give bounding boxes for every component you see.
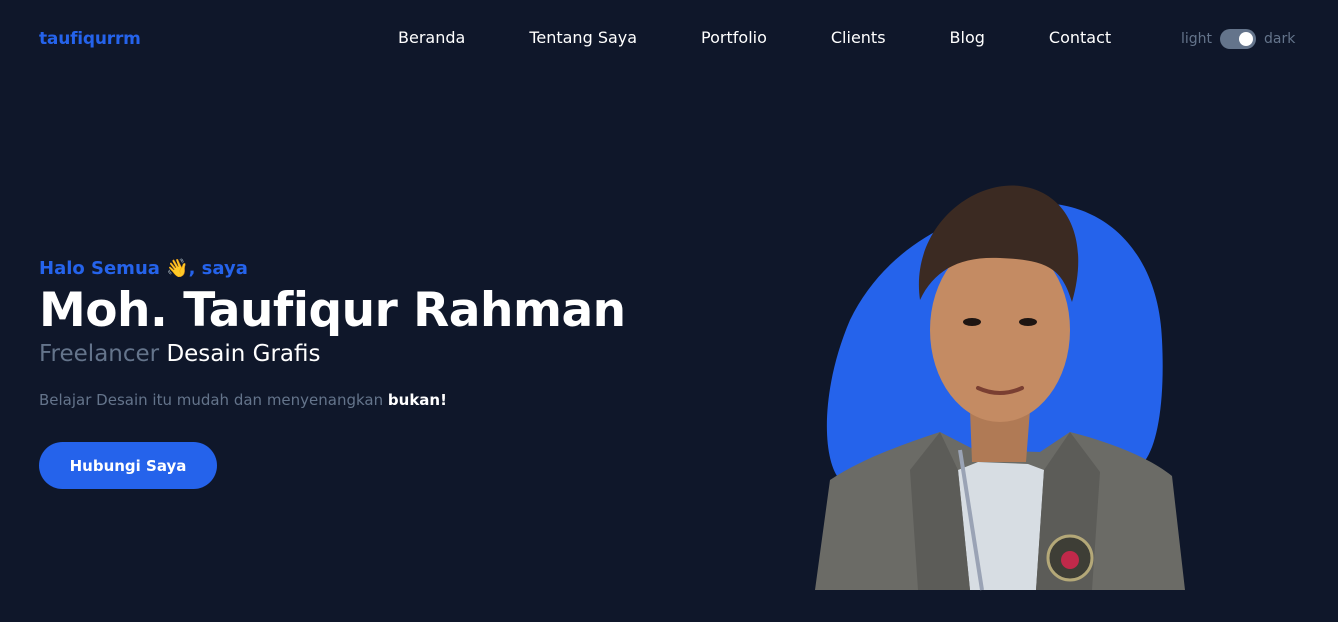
profile-portrait-image xyxy=(815,185,1185,591)
nav-item-portfolio[interactable]: Portfolio xyxy=(701,28,767,47)
contact-cta-button[interactable]: Hubungi Saya xyxy=(39,442,217,489)
theme-light-label: light xyxy=(1181,31,1213,47)
hero-tagline: Belajar Desain itu mudah dan menyenangka… xyxy=(39,391,659,409)
main-nav: Beranda Tentang Saya Portfolio Clients B… xyxy=(398,28,1111,47)
theme-toggle-group: light dark xyxy=(1181,29,1295,49)
nav-item-beranda[interactable]: Beranda xyxy=(398,28,465,47)
portrait-badge-center xyxy=(1061,551,1079,569)
landing-page: taufiqurrm Beranda Tentang Saya Portfoli… xyxy=(0,0,1338,622)
hero-section: Halo Semua 👋, saya Moh. Taufiqur Rahman … xyxy=(39,255,659,409)
nav-item-blog[interactable]: Blog xyxy=(950,28,985,47)
hero-role: Freelancer Desain Grafis xyxy=(39,339,659,369)
nav-item-tentang-saya[interactable]: Tentang Saya xyxy=(529,28,637,47)
hero-greeting: Halo Semua 👋, saya xyxy=(39,258,248,279)
hero-tagline-text: Belajar Desain itu mudah dan menyenangka… xyxy=(39,391,384,409)
theme-toggle-switch[interactable] xyxy=(1220,29,1257,49)
hero-role-strong: Desain Grafis xyxy=(166,341,321,367)
hero-name: Moh. Taufiqur Rahman xyxy=(39,283,626,338)
portrait-eye-left xyxy=(963,318,981,326)
theme-dark-label: dark xyxy=(1264,31,1296,47)
toggle-knob xyxy=(1239,32,1254,46)
nav-item-clients[interactable]: Clients xyxy=(831,28,886,47)
hero-role-muted: Freelancer xyxy=(39,341,160,367)
hero-tagline-bold: bukan! xyxy=(387,391,447,409)
site-header: taufiqurrm Beranda Tentang Saya Portfoli… xyxy=(0,0,1338,78)
nav-item-contact[interactable]: Contact xyxy=(1049,28,1111,47)
brand-logo-link[interactable]: taufiqurrm xyxy=(39,29,141,49)
portrait-eye-right xyxy=(1019,318,1037,326)
